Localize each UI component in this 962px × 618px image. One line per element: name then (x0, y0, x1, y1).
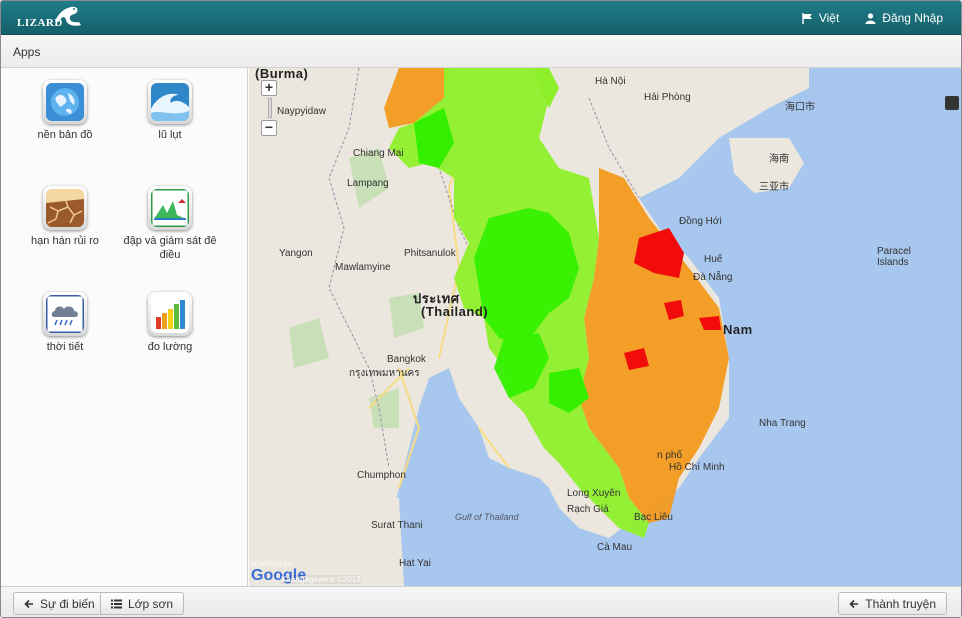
back-button-label: Sự đi biến (40, 596, 95, 611)
right-panel-button[interactable]: Thành truyện (838, 592, 947, 615)
map-label-mawlamyine: Mawlamyine (335, 262, 391, 273)
map-label-nhatrang: Nha Trang (759, 418, 806, 429)
app-label: đập và giám sát đê điều (123, 235, 217, 261)
map-label-vietnam: Nam (723, 322, 753, 337)
lizard-icon (55, 6, 81, 26)
layers-button[interactable]: Lớp sơn (100, 592, 185, 615)
zoom-in-button[interactable]: + (261, 80, 277, 96)
map-label-yangon: Yangon (279, 248, 313, 259)
map-label-hcm-prefix: n phố (657, 450, 683, 461)
app-label: thời tiết (46, 341, 84, 353)
app-icon-frame (43, 186, 87, 230)
map-label-hatyai: Hat Yai (399, 558, 431, 569)
app-label: nền bản đồ (37, 129, 93, 141)
map-label-suratthani: Surat Thani (371, 520, 423, 531)
login-link[interactable]: Đăng Nhập (865, 11, 943, 25)
back-button[interactable]: Sự đi biến (13, 592, 106, 615)
language-link[interactable]: Việt (802, 11, 839, 25)
app-window: LIZARD Việt Đăng Nhập Apps nền bản đồ lũ… (0, 0, 962, 618)
top-nav-links: Việt Đăng Nhập (802, 1, 943, 35)
map-view[interactable]: (Burma) Hà Nội Hải Phòng 海口市 海南 三亚市 Nayp… (249, 68, 961, 586)
map-label-danang: Đà Nẵng (693, 272, 733, 283)
app-tile-drought[interactable]: hạn hán rủi ro (10, 186, 120, 248)
app-tile-measurement[interactable]: đo lường (115, 292, 225, 354)
app-tile-dam-monitoring[interactable]: đập và giám sát đê điều (115, 186, 225, 262)
map-label-hainan: 海南 (769, 154, 789, 165)
arrow-left-icon (849, 599, 859, 608)
rain-cloud-icon (46, 295, 84, 333)
app-label: đo lường (147, 341, 193, 353)
map-attribution[interactable]: Kaartgegevens ©2013 (281, 575, 361, 584)
app-icon-frame (148, 186, 192, 230)
breadcrumb-bar: Apps (1, 35, 961, 68)
map-label-rach-gia: Rạch Giá (567, 504, 609, 515)
dam-icon (151, 189, 189, 227)
globe-icon (46, 83, 84, 121)
apps-sidebar: nền bản đồ lũ lụt hạn hán rủi ro đập và … (1, 68, 248, 586)
map-label-naypyidaw: Naypyidaw (277, 106, 326, 117)
zoom-out-button[interactable]: − (261, 120, 277, 136)
flag-icon (802, 12, 812, 24)
map-label-gulf: Gulf of Thailand (455, 512, 519, 522)
bottom-toolbar: Sự đi biến Lớp sơn Thành truyện (1, 586, 961, 617)
app-icon-frame (148, 292, 192, 336)
map-label-hanoi: Hà Nội (595, 76, 626, 87)
map-label-bangkok: Bangkok (387, 354, 426, 365)
language-label: Việt (818, 11, 840, 25)
map-label-sanya: 三亚市 (759, 182, 789, 193)
map-label-chiangmai: Chiang Mai (353, 148, 404, 159)
app-icon-frame (43, 292, 87, 336)
map-label-paracel: Paracel Islands (877, 246, 911, 268)
wave-icon (151, 83, 189, 121)
bar-chart-icon (151, 295, 189, 333)
app-label: hạn hán rủi ro (31, 235, 99, 247)
map-label-dong-hoi: Đồng Hới (679, 216, 722, 227)
list-icon (111, 599, 122, 608)
layers-button-label: Lớp sơn (128, 596, 174, 611)
top-navbar: LIZARD Việt Đăng Nhập (1, 1, 961, 35)
map-label-hue: Huế (704, 254, 723, 265)
map-label-hcm: Hồ Chí Minh (669, 462, 725, 473)
lizard-logo[interactable]: LIZARD (15, 3, 85, 33)
map-label-haikou: 海口市 (785, 102, 815, 113)
right-panel-button-label: Thành truyện (865, 596, 936, 611)
map-label-thailand: (Thailand) (421, 304, 489, 319)
map-label-baclieu: Bạc Liêu (634, 512, 673, 523)
map-label-long-xuyen: Long Xuyên (567, 488, 621, 499)
map-label-bangkok-th: กรุงเทพมหานคร (349, 368, 420, 379)
arrow-left-icon (24, 599, 33, 608)
app-icon-frame (148, 80, 192, 124)
zoom-control: + − (261, 80, 279, 136)
breadcrumb-apps[interactable]: Apps (13, 45, 40, 59)
map-label-lampang: Lampang (347, 178, 389, 189)
app-tile-weather[interactable]: thời tiết (10, 292, 120, 354)
layers-toggle-icon[interactable] (945, 96, 959, 110)
app-icon-frame (43, 80, 87, 124)
app-label: lũ lụt (158, 129, 182, 141)
user-icon (865, 12, 876, 24)
map-label-haiphong: Hải Phòng (644, 92, 691, 103)
map-label-phitsanulok: Phitsanulok (404, 248, 456, 259)
app-tile-base-map[interactable]: nền bản đồ (10, 80, 120, 142)
cracked-earth-icon (46, 189, 84, 227)
map-label-camau: Cà Mau (597, 542, 633, 553)
app-tile-flood[interactable]: lũ lụt (115, 80, 225, 142)
zoom-slider[interactable] (268, 98, 272, 118)
login-label: Đăng Nhập (882, 11, 943, 25)
map-label-chumphon: Chumphon (357, 470, 406, 481)
